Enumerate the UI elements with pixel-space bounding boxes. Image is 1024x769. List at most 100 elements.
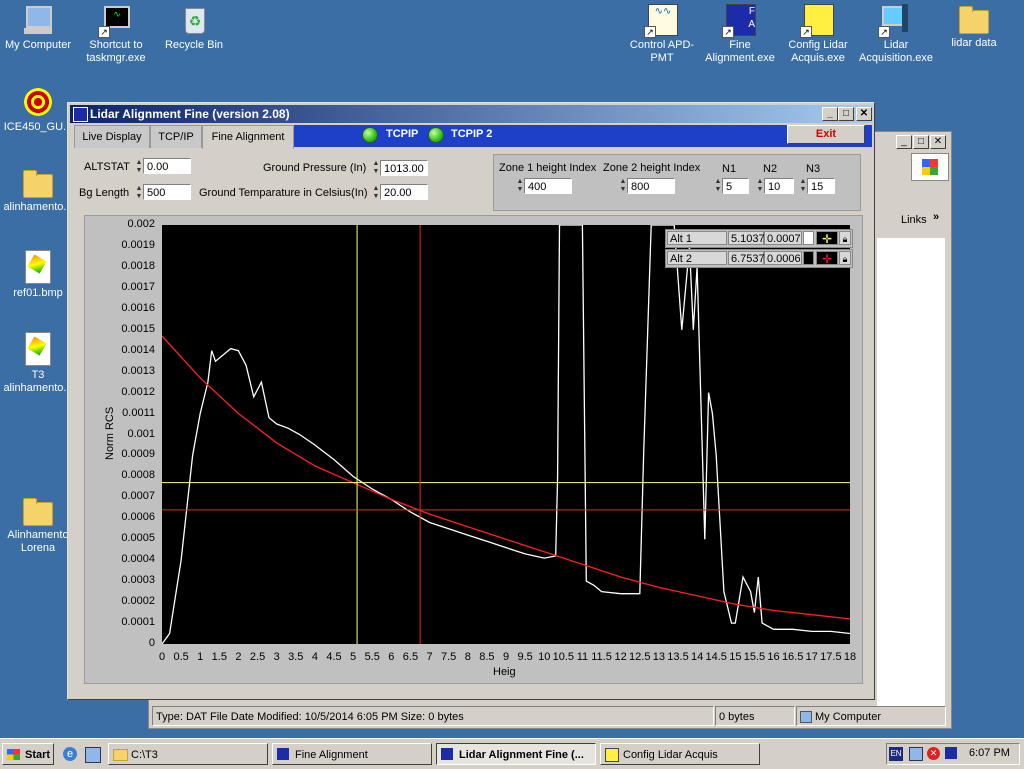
taskbar-button-fine-alignment[interactable]: Fine Alignment [272, 743, 432, 765]
n1-label: N1 [722, 163, 737, 175]
zone2-input[interactable]: 800 [627, 178, 675, 194]
zone1-input[interactable]: 400 [524, 178, 572, 194]
desktop-icon-label: alinhamento... [3, 201, 73, 213]
graph-app-icon: ∿∿ [644, 4, 678, 38]
desktop-icon-my-computer[interactable]: My Computer [0, 4, 76, 52]
lock-icon: 🔒︎ [839, 251, 851, 265]
desktop-icon-fine-alignment[interactable]: FA Fine Alignment.exe [702, 4, 778, 65]
status-bar-location: My Computer [796, 706, 946, 726]
explorer-content-area [877, 238, 945, 706]
title-bar[interactable]: Lidar Alignment Fine (version 2.08) _ □ … [70, 105, 872, 123]
cursor-legend-row[interactable]: Alt 2 6.7537 0.0006 ✛ 🔒︎ [665, 249, 853, 268]
y-tick-label: 0.0008 [121, 469, 155, 482]
n3-spinner[interactable]: ▲ ▼ [799, 178, 807, 194]
quick-launch-desktop-icon[interactable] [85, 747, 101, 763]
taskbar-button-lidar-alignment[interactable]: Lidar Alignment Fine (... [436, 743, 596, 765]
altstat-input[interactable]: 0.00 [143, 158, 191, 174]
exit-button[interactable]: Exit [787, 125, 865, 144]
language-indicator[interactable]: EN [889, 747, 903, 761]
bglength-spinner[interactable]: ▲ ▼ [135, 185, 143, 201]
network-icon[interactable] [909, 747, 923, 761]
system-tray: EN ✕ 6:07 PM [886, 743, 1020, 765]
ground-temperature-input[interactable]: 20.00 [380, 184, 428, 200]
n1-spinner[interactable]: ▲ ▼ [714, 178, 722, 194]
desktop-icon-alinhamento-lorena[interactable]: Alinhamento Lorena [0, 496, 76, 555]
cursor-legend-row[interactable]: Alt 1 5.1037 0.0007 ✛ 🔒︎ [665, 229, 853, 248]
cursor-name: Alt 2 [667, 251, 727, 265]
n3-label: N3 [806, 163, 821, 175]
plot-area[interactable] [162, 225, 850, 644]
desktop-icon-lidar-data[interactable]: lidar data [936, 4, 1012, 50]
desktop-icon-label: Alinhamento Lorena [7, 529, 69, 554]
y-tick-label: 0 [148, 637, 155, 649]
n2-spinner[interactable]: ▲ ▼ [756, 178, 764, 194]
y-tick-label: 0.0001 [121, 616, 155, 629]
n2-input[interactable]: 10 [764, 178, 794, 194]
ground-pressure-label: Ground Pressure (In) [263, 162, 367, 174]
y-tick-label: 0.0012 [121, 385, 155, 398]
desktop-icon-config-lidar[interactable]: Config Lidar Acquis.exe [780, 4, 856, 65]
ground-temperature-spinner[interactable]: ▲ ▼ [372, 185, 380, 201]
close-button[interactable]: ✕ [856, 107, 872, 121]
taskbar-button-config-lidar[interactable]: Config Lidar Acquis [600, 743, 760, 765]
status-location-label: My Computer [815, 711, 882, 723]
maximize-button[interactable]: □ [913, 135, 929, 149]
y-tick-label: 0.0017 [121, 280, 155, 293]
cursor-name: Alt 1 [667, 231, 727, 245]
computer-icon [22, 4, 54, 36]
tab-fine-alignment[interactable]: Fine Alignment [202, 125, 294, 151]
n1-input[interactable]: 5 [722, 178, 749, 194]
bglength-label: Bg Length [79, 187, 130, 199]
tcpip-led-indicator [362, 127, 378, 143]
image-file-icon [25, 332, 51, 366]
fit-series-line [162, 335, 850, 620]
security-alert-icon[interactable]: ✕ [927, 747, 940, 760]
cursor-color-swatch-icon [803, 231, 814, 245]
bglength-input[interactable]: 500 [143, 184, 191, 200]
y-tick-label: 0.0005 [121, 532, 155, 545]
desktop-icon-control-apd[interactable]: ∿∿ Control APD-PMT [624, 4, 700, 65]
y-tick-label: 0.0009 [121, 448, 155, 461]
windows-logo-icon [911, 153, 949, 181]
x-axis-label: Heig [493, 666, 516, 678]
altstat-spinner[interactable]: ▲ ▼ [135, 159, 143, 175]
status-bar-size: 0 bytes [715, 706, 795, 726]
quick-launch-ie-icon[interactable]: e [63, 747, 77, 761]
minimize-button[interactable]: _ [822, 107, 838, 121]
y-tick-label: 0.0006 [121, 511, 155, 524]
minimize-button[interactable]: _ [896, 135, 912, 149]
taskbar-button-label: Fine Alignment [295, 749, 368, 761]
n3-input[interactable]: 15 [807, 178, 835, 194]
close-button[interactable]: ✕ [930, 135, 946, 149]
y-tick-label: 0.0014 [121, 343, 155, 356]
zone2-spinner[interactable]: ▲ ▼ [619, 178, 627, 194]
tab-live-display[interactable]: Live Display [74, 125, 150, 148]
desktop-icon-taskmgr[interactable]: ∿ Shortcut to taskmgr.exe [78, 4, 154, 65]
y-tick-label: 0.0004 [121, 553, 155, 566]
desktop-icon-alinhamento-folder[interactable]: alinhamento... [0, 168, 76, 214]
desktop-icon-label: Control APD-PMT [629, 39, 695, 64]
desktop-icon-label: Fine Alignment.exe [705, 39, 775, 64]
zone1-label: Zone 1 height Index [499, 162, 597, 174]
desktop-icon-ice450[interactable]: ICE450_GU... [0, 86, 76, 134]
zone1-spinner[interactable]: ▲ ▼ [516, 178, 524, 194]
app-tray-icon[interactable] [945, 747, 957, 759]
tab-tcpip[interactable]: TCP/IP [150, 125, 202, 148]
start-button[interactable]: Start [2, 743, 54, 765]
zone2-label: Zone 2 height Index [603, 162, 701, 174]
ground-pressure-spinner[interactable]: ▲ ▼ [372, 160, 380, 176]
desktop-icon-label: ref01.bmp [13, 287, 63, 299]
y-tick-label: 0.0003 [121, 574, 155, 587]
fa-app-icon [277, 748, 289, 760]
taskbar-button-t3[interactable]: C:\T3 [108, 743, 268, 765]
chevron-right-icon[interactable]: » [933, 211, 939, 223]
links-label[interactable]: Links [901, 214, 927, 226]
desktop-icon-lidar-acquisition[interactable]: Lidar Acquisition.exe [858, 4, 934, 65]
desktop-icon-ref01[interactable]: ref01.bmp [0, 250, 76, 300]
ground-pressure-input[interactable]: 1013.00 [380, 160, 428, 176]
desktop-icon-recycle-bin[interactable]: ♻ Recycle Bin [156, 4, 232, 52]
desktop-icon-t3-alinhamento[interactable]: T3 alinhamento... [0, 332, 76, 395]
tcpip2-led-label: TCPIP 2 [451, 128, 493, 140]
computer-icon [800, 711, 812, 723]
maximize-button[interactable]: □ [838, 107, 854, 121]
